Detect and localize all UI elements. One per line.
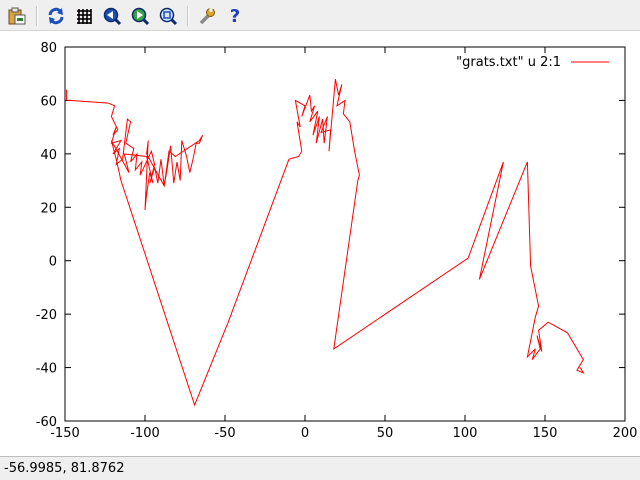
wrench-icon bbox=[199, 8, 215, 25]
autoscale-button[interactable] bbox=[157, 5, 179, 27]
zoom-next-icon bbox=[131, 7, 150, 26]
toolbar: ? bbox=[0, 0, 640, 31]
previous-zoom-button[interactable] bbox=[101, 5, 123, 27]
y-tick-label: 20 bbox=[40, 201, 57, 216]
y-tick-label: -40 bbox=[36, 362, 57, 377]
y-tick-label: -60 bbox=[36, 415, 57, 430]
x-tick-label: 0 bbox=[301, 426, 309, 441]
statusbar: -56.9985, 81.8762 bbox=[0, 456, 640, 480]
x-tick-label: -50 bbox=[214, 426, 235, 441]
series-line bbox=[66, 79, 585, 407]
x-tick-label: 100 bbox=[453, 426, 478, 441]
replot-button[interactable] bbox=[45, 5, 67, 27]
legend-label: "grats.txt" u 2:1 bbox=[456, 55, 561, 70]
grid-icon bbox=[77, 9, 92, 24]
clipboard-export-icon bbox=[8, 7, 26, 25]
line-chart: -150 -100 -50 0 50 100 150 200 -60-40-200204060… bbox=[36, 41, 638, 441]
x-tick-label: 50 bbox=[377, 426, 394, 441]
autoscale-icon bbox=[159, 7, 178, 26]
y-tick-label: 40 bbox=[40, 148, 57, 163]
help-icon: ? bbox=[229, 5, 241, 27]
x-tick-label: 150 bbox=[533, 426, 558, 441]
grid-button[interactable] bbox=[73, 5, 95, 27]
toolbar-separator bbox=[187, 6, 189, 26]
zoom-previous-icon bbox=[103, 7, 122, 26]
plot-area[interactable]: -150 -100 -50 0 50 100 150 200 -60 -40 -20 0 20 40 60… bbox=[0, 32, 640, 456]
y-tick-label: 80 bbox=[40, 41, 57, 56]
export-button[interactable] bbox=[6, 5, 28, 27]
toolbar-separator bbox=[36, 6, 38, 26]
y-tick-label: -20 bbox=[36, 308, 57, 323]
status-coordinates: -56.9985, 81.8762 bbox=[4, 461, 125, 476]
options-button[interactable] bbox=[196, 5, 218, 27]
refresh-icon bbox=[48, 7, 64, 25]
x-tick-label: 200 bbox=[613, 426, 638, 441]
help-button[interactable]: ? bbox=[224, 5, 246, 27]
y-tick-label: 0 bbox=[49, 255, 57, 270]
next-zoom-button[interactable] bbox=[129, 5, 151, 27]
x-tick-label: -100 bbox=[130, 426, 160, 441]
y-tick-label: 60 bbox=[40, 94, 57, 109]
